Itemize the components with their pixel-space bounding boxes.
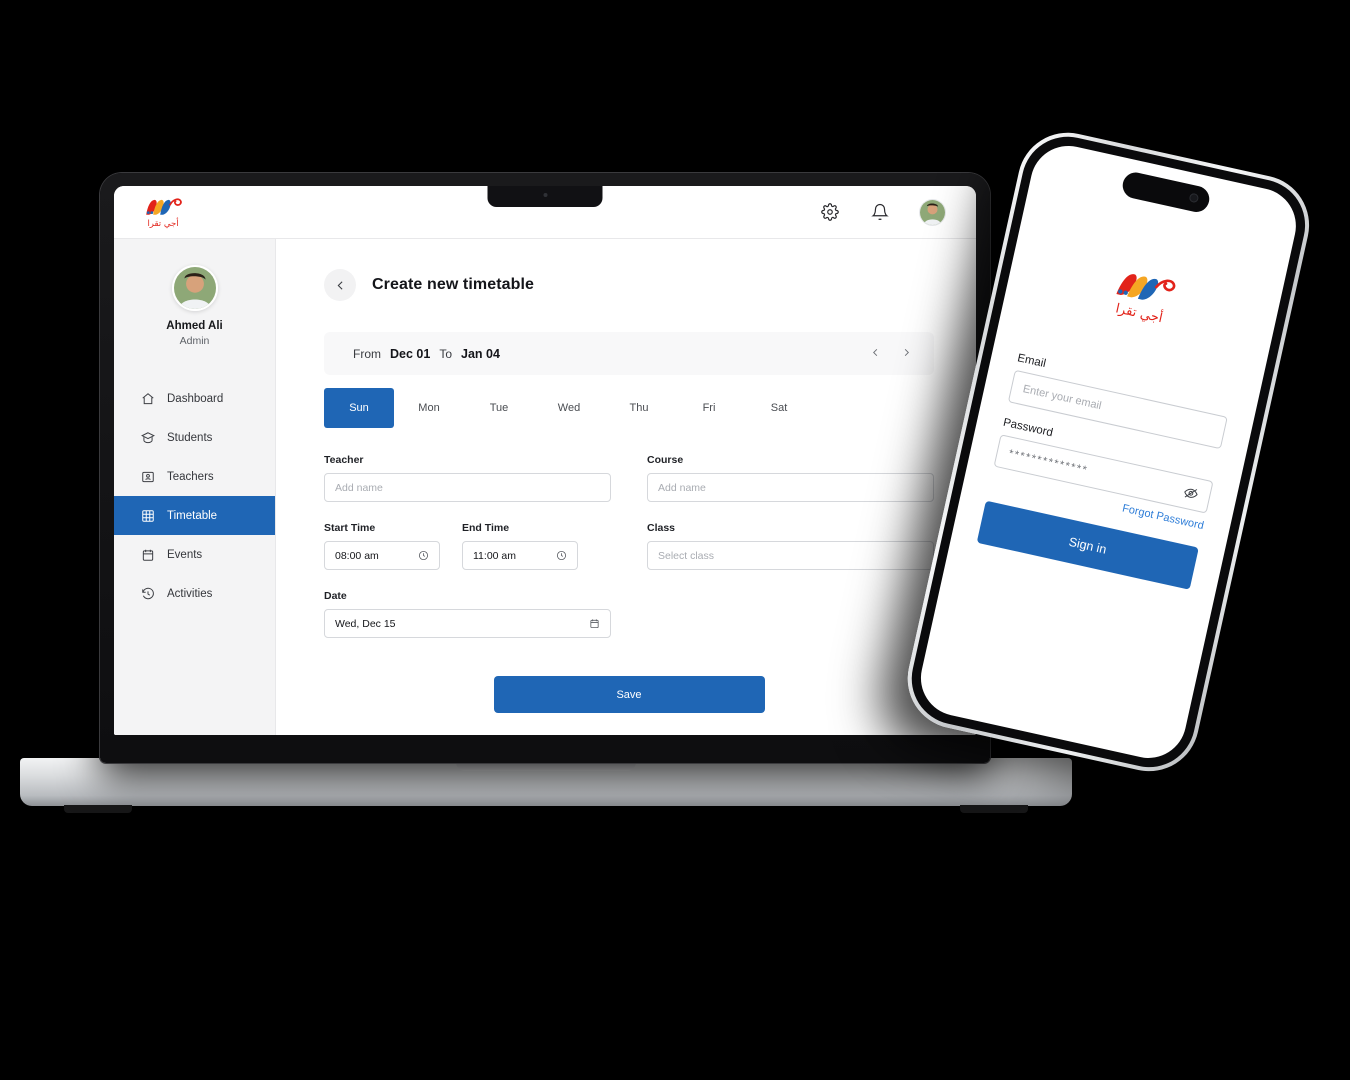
start-time-group: Start Time 08:00 am [324, 522, 440, 570]
sidebar-avatar[interactable] [171, 265, 218, 311]
swoosh-logo-icon [146, 197, 182, 215]
sidebar-nav: Dashboard Students Teachers Timetable Ev… [114, 379, 275, 613]
start-time-label: Start Time [324, 522, 376, 534]
phone-frame: أجي تقرا Email Enter your email Password… [898, 123, 1319, 781]
home-icon [140, 391, 155, 406]
date-input[interactable]: Wed, Dec 15 [324, 609, 611, 638]
day-cell-tue[interactable]: Tue [464, 388, 534, 428]
brand-logo[interactable]: أجي تقرا [142, 196, 184, 229]
brand-arabic-text: أجي تقرا [147, 218, 179, 229]
sidebar-profile: Ahmed Ali Admin [114, 265, 275, 347]
mockup-stage: أجي تقرا Ahmed Ali Admin Dashboard Stude… [0, 0, 1350, 1080]
date-label: Date [324, 590, 347, 602]
sidebar-item-timetable[interactable]: Timetable [114, 496, 275, 535]
laptop-camera-notch [487, 186, 603, 207]
range-to-value[interactable]: Jan 04 [461, 347, 500, 361]
history-icon [140, 586, 155, 601]
sidebar-user-role: Admin [179, 335, 210, 347]
clock-icon [556, 550, 567, 561]
sidebar-item-events[interactable]: Events [114, 535, 275, 574]
back-button[interactable] [324, 269, 356, 301]
phone-screen: أجي تقرا Email Enter your email Password… [913, 138, 1304, 766]
sidebar-item-label: Events [167, 548, 203, 561]
page-title: Create new timetable [372, 276, 535, 293]
save-button[interactable]: Save [493, 676, 765, 713]
end-time-input[interactable]: 11:00 am [462, 541, 578, 570]
phone-brand-logo: أجي تقرا [1031, 248, 1255, 345]
day-cell-sun[interactable]: Sun [324, 388, 394, 428]
dynamic-island [1120, 170, 1212, 215]
sidebar-user-name: Ahmed Ali [166, 320, 223, 332]
sidebar-item-students[interactable]: Students [114, 418, 275, 457]
teacher-input[interactable]: Add name [324, 473, 611, 502]
end-time-label: End Time [462, 522, 510, 534]
login-form: Email Enter your email Password ********… [976, 352, 1232, 590]
gear-icon[interactable] [819, 201, 841, 223]
grid-icon [140, 508, 155, 523]
range-from-label: From [353, 346, 381, 361]
password-value: ************** [1007, 447, 1090, 477]
user-avatar-icon [173, 267, 216, 309]
sidebar-item-dashboard[interactable]: Dashboard [114, 379, 275, 418]
clock-icon [418, 550, 429, 561]
sidebar-item-label: Teachers [167, 470, 214, 483]
eye-off-icon[interactable] [1182, 484, 1200, 502]
laptop-foot-right [960, 805, 1028, 813]
range-to-label: To [439, 346, 452, 361]
sidebar-item-activities[interactable]: Activities [114, 574, 275, 613]
start-time-input[interactable]: 08:00 am [324, 541, 440, 570]
day-cell-sat[interactable]: Sat [744, 388, 814, 428]
range-from-value[interactable]: Dec 01 [390, 347, 430, 361]
sidebar: Ahmed Ali Admin Dashboard Students Teach… [114, 238, 276, 735]
calendar-icon [589, 618, 600, 629]
email-placeholder: Enter your email [1021, 382, 1103, 412]
sidebar-item-label: Dashboard [167, 392, 224, 405]
calendar-icon [140, 547, 155, 562]
time-group: Start Time 08:00 am End Time 11:00 am [324, 522, 611, 570]
form-column-left: Teacher Add name Start Time 08:00 am End… [324, 454, 611, 638]
day-cell-mon[interactable]: Mon [394, 388, 464, 428]
day-cell-wed[interactable]: Wed [534, 388, 604, 428]
sidebar-item-teachers[interactable]: Teachers [114, 457, 275, 496]
day-cell-fri[interactable]: Fri [674, 388, 744, 428]
sidebar-item-label: Timetable [167, 509, 218, 522]
phone-bezel: أجي تقرا Email Enter your email Password… [902, 127, 1314, 777]
teacher-icon [140, 469, 155, 484]
end-time-value: 11:00 am [473, 549, 516, 562]
teacher-group: Teacher Add name [324, 454, 611, 502]
chevron-left-icon [337, 280, 343, 290]
start-time-value: 08:00 am [335, 549, 379, 562]
date-range-values: From Dec 01 To Jan 04 [353, 347, 500, 361]
laptop-foot-left [64, 805, 132, 813]
sidebar-item-label: Activities [167, 587, 213, 600]
day-cell-thu[interactable]: Thu [604, 388, 674, 428]
teacher-label: Teacher [324, 454, 364, 466]
graduate-icon [140, 430, 155, 445]
date-group: Date Wed, Dec 15 [324, 590, 611, 638]
end-time-group: End Time 11:00 am [462, 522, 578, 570]
sidebar-item-label: Students [167, 431, 213, 444]
date-value: Wed, Dec 15 [335, 617, 396, 630]
